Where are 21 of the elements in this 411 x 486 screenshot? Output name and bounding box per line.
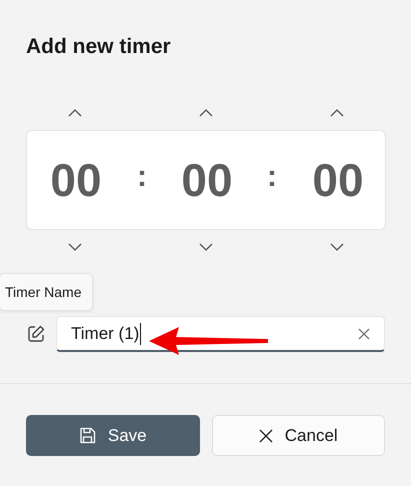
text-cursor	[140, 322, 142, 344]
cancel-button[interactable]: Cancel	[212, 415, 385, 456]
dialog-title: Add new timer	[26, 34, 171, 60]
field-value: Timer (1)	[71, 324, 140, 344]
edit-icon	[26, 324, 46, 344]
close-icon	[258, 428, 273, 442]
time-digits[interactable]: 00	[181, 153, 233, 207]
tooltip: Timer Name	[0, 273, 92, 311]
time-digits[interactable]: 00	[50, 153, 102, 207]
chevron-down-icon[interactable]	[68, 243, 82, 251]
time-digits[interactable]: 00	[312, 153, 364, 207]
clear-icon[interactable]	[358, 328, 370, 340]
chevron-down-icon[interactable]	[199, 243, 213, 251]
timer-name-field[interactable]: Timer (1)	[56, 316, 385, 352]
chevron-down-icon[interactable]	[330, 243, 344, 251]
chevron-up-icon[interactable]	[68, 109, 82, 117]
save-button[interactable]: Save	[26, 415, 200, 456]
chevron-up-icon[interactable]	[330, 109, 344, 117]
chevron-up-icon[interactable]	[199, 109, 213, 117]
time-separator: :	[137, 160, 147, 194]
time-separator: :	[267, 160, 277, 194]
